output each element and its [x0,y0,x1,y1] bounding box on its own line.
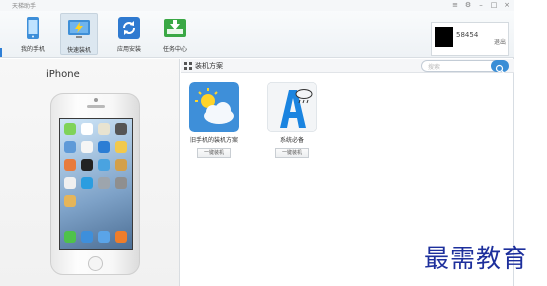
phone-camera [94,98,98,102]
app-mail-icon [81,231,93,243]
user-panel: 58454 退出 [431,22,509,56]
app-passbook-icon [98,177,110,189]
one-click-install-button[interactable]: 一键装机 [275,148,309,158]
search-input[interactable]: 搜索 [421,60,509,74]
device-name: iPhone [46,69,80,80]
logout-link[interactable]: 退出 [494,37,506,46]
app-safari-icon [98,231,110,243]
user-name: 58454 [456,31,479,39]
app-messages-icon [64,123,76,135]
tab-my-phone[interactable]: 我的手机 [14,13,52,55]
device-panel: iPhone [0,59,180,286]
phone-home-button [88,256,103,271]
tab-quick-install-label: 快速装机 [66,47,91,54]
app-gamecenter-icon [98,159,110,171]
app-contacts-icon [64,195,76,207]
content-header: 装机方案 搜索 [181,59,514,74]
app-itunes-icon [64,177,76,189]
tab-quick-install[interactable]: 快速装机 [60,13,98,55]
tab-task-center-label: 任务中心 [162,46,187,53]
plan-card-title: 旧手机的装机方案 [189,137,238,144]
settings-icon[interactable]: ⚙ [462,0,474,10]
search-icon [495,64,505,74]
tab-my-phone-label: 我的手机 [20,46,45,53]
search-placeholder: 搜索 [428,64,441,71]
app-calendar-icon [81,123,93,135]
app-phone-icon [64,231,76,243]
app-clock-icon [81,159,93,171]
avatar[interactable] [435,27,453,47]
menu-icon[interactable]: ≡ [449,0,461,10]
section-title: 装机方案 [195,62,223,70]
tab-task-center[interactable]: 任务中心 [156,13,194,55]
tab-app-install[interactable]: 应用安装 [110,13,148,55]
app-settings-icon [115,177,127,189]
app-music-icon [115,231,127,243]
app-camera-icon [115,123,127,135]
main-toolbar: 我的手机 快速装机 应用安装 任务中心 58454 退出 [0,11,514,58]
phone-screen [59,118,133,250]
app-video-icon [64,141,76,153]
lightning-icon [68,20,90,38]
minimize-icon[interactable]: – [475,0,487,10]
phone-speaker [87,105,105,108]
weather-icon [189,82,239,132]
one-click-install-button[interactable]: 一键装机 [197,148,231,158]
download-icon [164,19,186,37]
title-bar: 天梯助手 ≡ ⚙ – □ × [0,0,514,11]
plan-card-title: 系统必备 [279,137,304,144]
tab-app-install-label: 应用安装 [116,46,141,53]
app-maps-icon [81,141,93,153]
app-reminders-icon [64,159,76,171]
phone-icon [27,17,39,39]
window-title: 天梯助手 [12,3,37,10]
app-appstore-icon [81,177,93,189]
window-edge-marker [0,48,6,57]
refresh-icon [118,17,140,39]
app-newsstand-icon [115,159,127,171]
search-button[interactable] [491,60,509,74]
app-photos-icon [98,123,110,135]
phone-image [50,93,140,275]
letter-a-icon [267,82,317,132]
close-icon[interactable]: × [501,0,513,10]
maximize-icon[interactable]: □ [488,0,500,10]
grid-icon [184,62,192,70]
app-weather-icon [98,141,110,153]
app-notes-icon [115,141,127,153]
watermark-text: 最需教育 [424,244,529,273]
